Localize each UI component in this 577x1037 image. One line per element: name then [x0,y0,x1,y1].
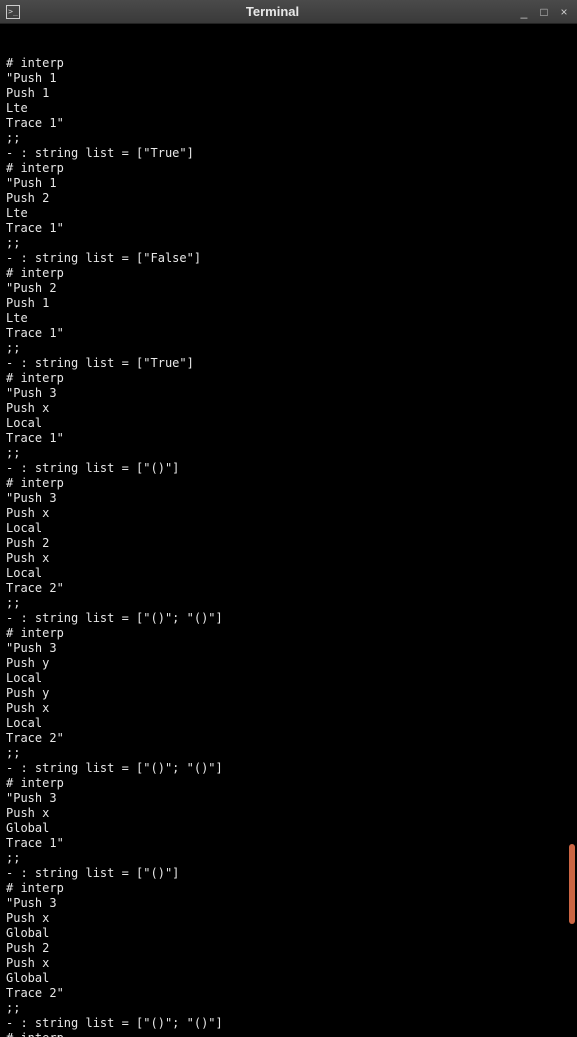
terminal-line: "Push 3 [6,791,571,806]
terminal-line: Push 1 [6,86,571,101]
terminal-line: Local [6,566,571,581]
terminal-line: Trace 2" [6,581,571,596]
terminal-line: Push x [6,551,571,566]
terminal-line: Global [6,821,571,836]
window-titlebar: >_ Terminal _ □ × [0,0,577,24]
terminal-line: - : string list = ["()"; "()"] [6,761,571,776]
terminal-line: Trace 2" [6,731,571,746]
terminal-line: # interp [6,371,571,386]
terminal-line: ;; [6,746,571,761]
terminal-line: Trace 1" [6,116,571,131]
minimize-button[interactable]: _ [517,5,531,19]
terminal-line: ;; [6,1001,571,1016]
terminal-app-icon: >_ [6,5,20,19]
terminal-line: Push x [6,506,571,521]
terminal-line: "Push 3 [6,641,571,656]
terminal-line: - : string list = ["True"] [6,356,571,371]
terminal-line: Push x [6,956,571,971]
terminal-line: "Push 1 [6,176,571,191]
terminal-line: # interp [6,626,571,641]
terminal-line: Local [6,671,571,686]
terminal-line: # interp [6,161,571,176]
close-button[interactable]: × [557,5,571,19]
terminal-line: "Push 3 [6,386,571,401]
terminal-line: # interp [6,476,571,491]
terminal-line: Global [6,971,571,986]
terminal-line: Lte [6,311,571,326]
terminal-line: Push 1 [6,296,571,311]
terminal-line: Lte [6,206,571,221]
terminal-line: Push y [6,686,571,701]
terminal-line: Local [6,521,571,536]
terminal-line: ;; [6,341,571,356]
terminal-line: # interp [6,776,571,791]
terminal-line: ;; [6,131,571,146]
terminal-line: "Push 3 [6,896,571,911]
terminal-line: "Push 3 [6,491,571,506]
terminal-line: Global [6,926,571,941]
terminal-line: Push x [6,401,571,416]
terminal-line: Push 2 [6,191,571,206]
terminal-line: Push y [6,656,571,671]
terminal-line: - : string list = ["()"; "()"] [6,1016,571,1031]
terminal-line: - : string list = ["False"] [6,251,571,266]
terminal-line: - : string list = ["()"] [6,461,571,476]
terminal-line: "Push 2 [6,281,571,296]
window-title: Terminal [28,4,517,19]
maximize-button[interactable]: □ [537,5,551,19]
scrollbar-thumb[interactable] [569,844,575,924]
terminal-line: ;; [6,236,571,251]
terminal-line: "Push 1 [6,71,571,86]
terminal-output[interactable]: # interp"Push 1Push 1LteTrace 1";;- : st… [0,24,577,1037]
window-controls: _ □ × [517,5,571,19]
terminal-line: # interp [6,56,571,71]
terminal-line: Push x [6,911,571,926]
terminal-line: Push 2 [6,536,571,551]
terminal-line: Trace 2" [6,986,571,1001]
terminal-line: Trace 1" [6,326,571,341]
terminal-line: Push x [6,806,571,821]
terminal-line: Local [6,416,571,431]
terminal-line: - : string list = ["()"] [6,866,571,881]
terminal-line: Local [6,716,571,731]
terminal-line: # interp [6,881,571,896]
terminal-line: # interp [6,266,571,281]
terminal-line: ;; [6,446,571,461]
terminal-line: # interp [6,1031,571,1037]
terminal-line: Push x [6,701,571,716]
terminal-line: - : string list = ["True"] [6,146,571,161]
terminal-line: Push 2 [6,941,571,956]
terminal-line: ;; [6,596,571,611]
terminal-line: ;; [6,851,571,866]
terminal-line: Trace 1" [6,221,571,236]
terminal-line: - : string list = ["()"; "()"] [6,611,571,626]
terminal-line: Trace 1" [6,836,571,851]
terminal-line: Lte [6,101,571,116]
terminal-line: Trace 1" [6,431,571,446]
